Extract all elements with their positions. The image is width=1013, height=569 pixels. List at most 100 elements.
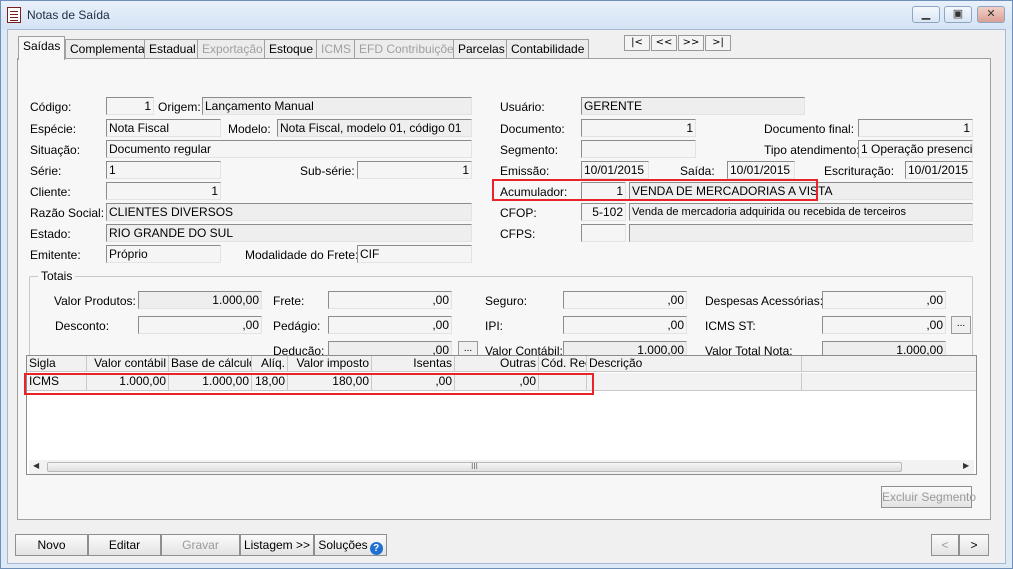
desconto-field[interactable]: ,00: [138, 316, 262, 334]
minimize-button[interactable]: ▁: [912, 6, 940, 23]
tab-exportacao: Exportação: [197, 39, 268, 59]
nav-first-button[interactable]: |<: [624, 35, 650, 51]
tab-estadual[interactable]: Estadual: [144, 39, 201, 59]
col-aliquota[interactable]: Alíq.: [252, 356, 288, 372]
tab-estoque[interactable]: Estoque: [264, 39, 319, 59]
cfps-label: CFPS:: [500, 227, 536, 241]
tab-saidas[interactable]: Saídas: [18, 36, 66, 60]
seguro-field[interactable]: ,00: [563, 291, 687, 309]
ipi-field[interactable]: ,00: [563, 316, 687, 334]
title-bar: Notas de Saída ▁ ▣ ✕: [1, 1, 1012, 29]
cfop-description-field: Venda de mercadoria adquirida ou recebid…: [629, 203, 973, 221]
nav-next-button[interactable]: >>: [678, 35, 704, 51]
desconto-label: Desconto:: [55, 319, 110, 333]
subserie-field[interactable]: 1: [357, 161, 472, 179]
serie-field[interactable]: 1: [106, 161, 221, 179]
col-outras[interactable]: Outras: [455, 356, 539, 372]
col-base-calculo[interactable]: Base de cálculo: [169, 356, 252, 372]
nav-last-button[interactable]: >|: [705, 35, 731, 51]
saida-field[interactable]: 10/01/2015: [727, 161, 795, 179]
nav-prev-button[interactable]: <<: [651, 35, 677, 51]
previous-record-button[interactable]: <: [931, 534, 959, 556]
scroll-left-arrow-icon[interactable]: ◀: [33, 461, 39, 470]
especie-field[interactable]: Nota Fiscal: [106, 119, 221, 137]
close-button[interactable]: ✕: [977, 6, 1005, 23]
serie-label: Série:: [30, 164, 62, 178]
modalidade-frete-field[interactable]: CIF: [357, 245, 472, 263]
emitente-field[interactable]: Próprio: [106, 245, 221, 263]
tab-parcelas[interactable]: Parcelas: [453, 39, 510, 59]
next-record-button[interactable]: >: [959, 534, 989, 556]
excluir-segmento-button[interactable]: Excluir Segmento: [881, 486, 976, 508]
col-descricao[interactable]: Descrição: [587, 356, 802, 372]
documento-final-field[interactable]: 1: [858, 119, 973, 137]
solucoes-label: Soluções: [318, 538, 368, 552]
modelo-label: Modelo:: [228, 122, 271, 136]
despesas-acessorias-label: Despesas Acessórias:: [705, 294, 824, 308]
situacao-label: Situação:: [30, 143, 81, 157]
especie-label: Espécie:: [30, 122, 77, 136]
razao-social-label: Razão Social:: [30, 206, 105, 220]
estado-label: Estado:: [30, 227, 71, 241]
icms-st-details-button[interactable]: ...: [951, 316, 971, 334]
scroll-right-arrow-icon[interactable]: ▶: [963, 461, 969, 470]
usuario-field: GERENTE: [581, 97, 805, 115]
help-icon: ?: [369, 542, 383, 555]
tab-complementar[interactable]: Complementar: [65, 39, 154, 59]
col-sigla[interactable]: Sigla: [27, 356, 87, 372]
usuario-label: Usuário:: [500, 100, 545, 114]
cfop-code-field[interactable]: 5-102: [581, 203, 626, 221]
escrituracao-label: Escrituração:: [824, 164, 895, 178]
cell-descricao: [587, 373, 802, 391]
emitente-label: Emitente:: [30, 248, 81, 262]
main-window: Notas de Saída ▁ ▣ ✕ Saídas Complementar…: [0, 0, 1013, 569]
tab-efd-contribuicoes: EFD Contribuições: [354, 39, 465, 59]
origem-label: Origem:: [158, 100, 201, 114]
icms-st-label: ICMS ST:: [705, 319, 756, 333]
cfps-code-field[interactable]: [581, 224, 626, 242]
col-valor-imposto[interactable]: Valor imposto: [288, 356, 372, 372]
col-isentas[interactable]: Isentas: [372, 356, 455, 372]
documento-label: Documento:: [500, 122, 565, 136]
escrituracao-field[interactable]: 10/01/2015: [905, 161, 973, 179]
cliente-label: Cliente:: [30, 185, 71, 199]
frete-field[interactable]: ,00: [328, 291, 452, 309]
icms-st-field[interactable]: ,00: [822, 316, 946, 334]
emissao-field[interactable]: 10/01/2015: [581, 161, 649, 179]
totais-title: Totais: [38, 269, 76, 283]
tipo-atendimento-label: Tipo atendimento:: [764, 143, 860, 157]
documento-field[interactable]: 1: [581, 119, 696, 137]
highlight-acumulador: [492, 179, 818, 201]
solucoes-button[interactable]: Soluções?: [314, 534, 387, 556]
pedagio-field[interactable]: ,00: [328, 316, 452, 334]
maximize-button[interactable]: ▣: [944, 6, 972, 23]
listagem-button[interactable]: Listagem >>: [240, 534, 314, 556]
frete-label: Frete:: [273, 294, 305, 308]
gravar-button: Gravar: [161, 534, 240, 556]
seguro-label: Seguro:: [485, 294, 528, 308]
documento-final-label: Documento final:: [764, 122, 855, 136]
emissao-label: Emissão:: [500, 164, 550, 178]
segmento-label: Segmento:: [500, 143, 559, 157]
tipo-atendimento-field[interactable]: 1 Operação presencial: [858, 140, 973, 158]
subserie-label: Sub-série:: [300, 164, 355, 178]
grid-header: Sigla Valor contábil Base de cálculo Alí…: [27, 356, 976, 372]
cliente-field[interactable]: 1: [106, 182, 221, 200]
horizontal-scrollbar[interactable]: ◀ III ▶: [29, 460, 974, 474]
novo-button[interactable]: Novo: [15, 534, 88, 556]
editar-button[interactable]: Editar: [88, 534, 161, 556]
tab-icms: ICMS: [316, 39, 356, 59]
pedagio-label: Pedágio:: [273, 319, 321, 333]
highlight-icms-row: [24, 373, 594, 395]
modelo-field: Nota Fiscal, modelo 01, código 01: [277, 119, 472, 137]
despesas-acessorias-field[interactable]: ,00: [822, 291, 946, 309]
window-title: Notas de Saída: [27, 8, 110, 22]
col-valor-contabil[interactable]: Valor contábil: [87, 356, 169, 372]
scroll-thumb[interactable]: III: [47, 462, 902, 472]
situacao-field[interactable]: Documento regular: [106, 140, 472, 158]
codigo-field[interactable]: 1: [106, 97, 154, 115]
segmento-field[interactable]: [581, 140, 696, 158]
tab-contabilidade[interactable]: Contabilidade: [506, 39, 590, 59]
col-cod-rec[interactable]: Cód. Rec.: [539, 356, 587, 372]
origem-field: Lançamento Manual: [202, 97, 472, 115]
